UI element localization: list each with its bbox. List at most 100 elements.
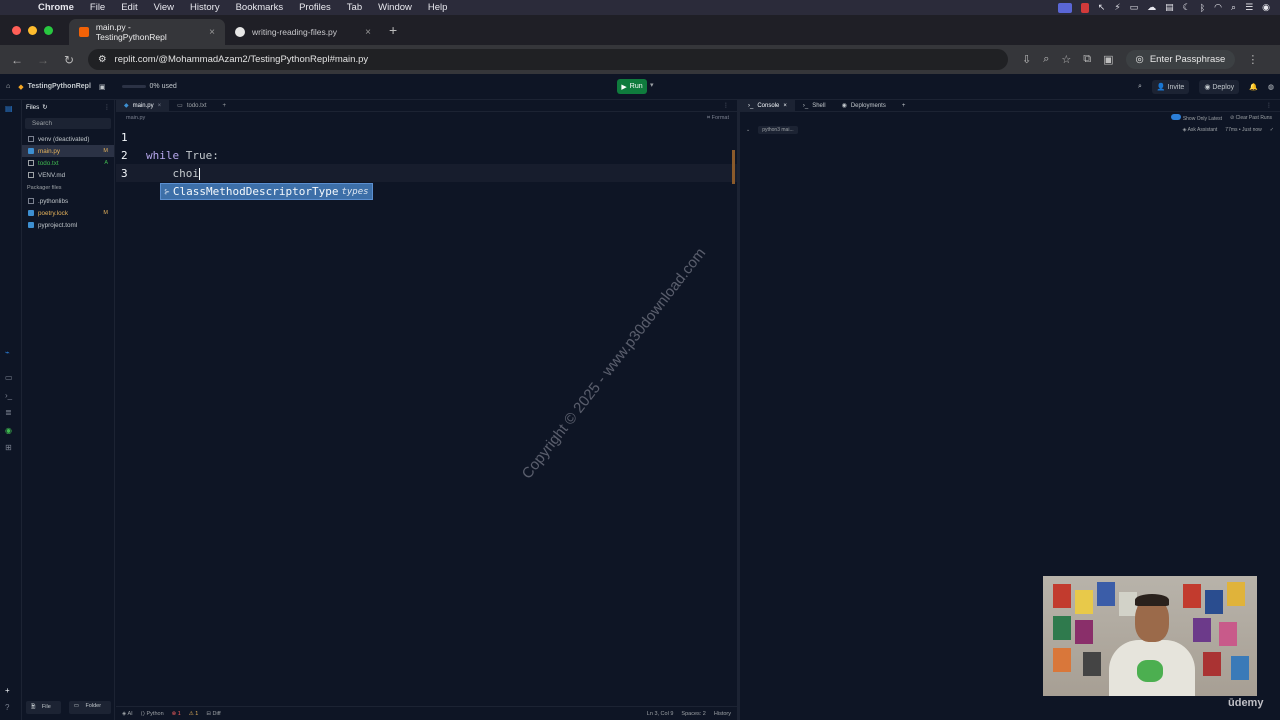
notifications-icon[interactable]: 🔔 xyxy=(1249,83,1258,91)
format-button[interactable]: ⌗ Format xyxy=(707,115,737,122)
tab-console[interactable]: ›_ Console × xyxy=(740,99,795,112)
minimize-window-button[interactable] xyxy=(28,26,37,35)
close-tab-icon[interactable]: × xyxy=(783,103,787,109)
add-tool-icon[interactable]: + xyxy=(5,686,10,695)
bookmark-star-icon[interactable]: ☆ xyxy=(1061,53,1071,66)
run-options-chevron-icon[interactable]: ▾ xyxy=(650,81,654,89)
reload-icon[interactable]: ↻ xyxy=(58,53,80,67)
close-tab-icon[interactable]: × xyxy=(158,103,162,109)
file-item-pythonlibs[interactable]: .pythonlibs xyxy=(22,195,114,207)
file-item-pyproject[interactable]: pyproject.toml xyxy=(22,219,114,231)
deploy-button[interactable]: ◉ Deploy xyxy=(1199,79,1240,94)
search-icon[interactable]: ⌕ xyxy=(1231,2,1236,13)
run-command[interactable]: python3 mai... xyxy=(758,126,798,134)
autocomplete-suggestion[interactable]: ⊱ ClassMethodDescriptorType types xyxy=(160,183,373,200)
wifi-icon[interactable]: ◠ xyxy=(1214,2,1222,13)
close-tab-icon[interactable]: × xyxy=(365,27,371,38)
menu-bookmarks[interactable]: Bookmarks xyxy=(228,2,292,13)
home-icon[interactable]: ⌂ xyxy=(6,83,10,90)
clear-past-runs-button[interactable]: ⊘ Clear Past Runs xyxy=(1230,115,1272,121)
file-item-venv-md[interactable]: VENV.md xyxy=(22,169,114,181)
install-app-icon[interactable]: ⇩ xyxy=(1022,53,1031,66)
tab-deployments[interactable]: ◉ Deployments xyxy=(834,100,894,112)
run-button[interactable]: ▶ Run xyxy=(617,79,647,94)
browser-tab-main[interactable]: main.py - TestingPythonRepl × xyxy=(69,19,225,45)
new-file-button[interactable]: 🗎 File xyxy=(25,701,61,714)
more-options-icon[interactable]: ⋮ xyxy=(104,104,110,111)
tab-todo-txt[interactable]: ▭ todo.txt xyxy=(169,100,214,112)
menu-help[interactable]: Help xyxy=(420,2,456,13)
diff-button[interactable]: ⊟ Diff xyxy=(206,711,220,717)
editor-more-icon[interactable]: ⋮ xyxy=(723,102,737,109)
menu-profiles[interactable]: Profiles xyxy=(291,2,339,13)
menu-chrome[interactable]: Chrome xyxy=(30,2,82,13)
warning-count[interactable]: ⚠ 1 xyxy=(189,711,199,717)
new-folder-button[interactable]: ▭ Folder xyxy=(68,701,112,714)
project-name[interactable]: ◆ TestingPythonRepl xyxy=(18,83,91,91)
help-icon[interactable]: ? xyxy=(5,703,9,712)
display-icon[interactable]: ▭ xyxy=(1130,2,1139,13)
show-only-latest-toggle[interactable]: Show Only Latest xyxy=(1171,114,1222,122)
moon-icon[interactable]: ☾ xyxy=(1183,2,1191,13)
packager-files-section[interactable]: Packager files xyxy=(22,181,114,195)
maximize-window-button[interactable] xyxy=(44,26,53,35)
ask-assistant-button[interactable]: ◈ Ask Assistant xyxy=(1183,127,1218,133)
menu-edit[interactable]: Edit xyxy=(113,2,145,13)
chrome-menu-icon[interactable]: ⋮ xyxy=(1247,53,1258,66)
menu-view[interactable]: View xyxy=(146,2,182,13)
keyboard-icon[interactable]: ▤ xyxy=(1165,2,1174,13)
side-panel-icon[interactable]: ▣ xyxy=(1103,53,1113,66)
tab-main-py[interactable]: ◆ main.py × xyxy=(116,99,170,112)
code-area[interactable]: 1 2 while True: 3 choi xyxy=(116,128,737,182)
file-search-input[interactable]: Search xyxy=(25,118,111,129)
history-button[interactable]: History xyxy=(714,711,731,717)
close-window-button[interactable] xyxy=(12,26,21,35)
enter-passphrase-button[interactable]: ◎ Enter Passphrase xyxy=(1125,50,1236,69)
file-item-main-py[interactable]: main.py M xyxy=(22,145,114,157)
new-tab-icon[interactable]: + xyxy=(381,22,405,45)
user-avatar[interactable]: ◍ xyxy=(1268,83,1274,91)
menu-history[interactable]: History xyxy=(182,2,228,13)
forward-icon[interactable]: → xyxy=(32,53,54,67)
menu-tab[interactable]: Tab xyxy=(339,2,370,13)
ai-status[interactable]: ◈ AI xyxy=(122,711,133,717)
cursor-position[interactable]: Ln 3, Col 9 xyxy=(647,711,674,717)
add-pane-tab-icon[interactable]: + xyxy=(894,100,914,112)
chevron-down-icon[interactable]: ⌄ xyxy=(746,127,750,133)
bolt-icon[interactable]: ⚡ xyxy=(1114,2,1120,13)
cloud-icon[interactable]: ☁ xyxy=(1147,2,1156,13)
breadcrumb-file[interactable]: main.py xyxy=(126,115,145,121)
bluetooth-icon[interactable]: ᛒ xyxy=(1200,3,1205,13)
siri-icon[interactable]: ◉ xyxy=(1262,2,1270,13)
site-info-icon[interactable]: ⚙ xyxy=(98,54,107,65)
menu-file[interactable]: File xyxy=(82,2,113,13)
indent-setting[interactable]: Spaces: 2 xyxy=(681,711,705,717)
error-count[interactable]: ⊗ 1 xyxy=(172,711,181,717)
file-item-todo-txt[interactable]: todo.txt A xyxy=(22,157,114,169)
search-icon[interactable]: ⌕ xyxy=(1138,83,1142,91)
screen-record-icon[interactable] xyxy=(1057,2,1072,13)
git-tool-icon[interactable]: ⌁ xyxy=(5,348,10,357)
file-item-venv[interactable]: venv (deactivated) xyxy=(22,133,114,145)
zoom-icon[interactable]: ⌕ xyxy=(1043,53,1049,66)
cursor-icon[interactable]: ↖ xyxy=(1098,2,1106,13)
file-item-poetry-lock[interactable]: poetry.lock M xyxy=(22,207,114,219)
all-tools-icon[interactable]: ⊞ xyxy=(5,443,12,452)
tab-shell[interactable]: ›_ Shell xyxy=(795,100,834,112)
back-icon[interactable]: ← xyxy=(6,53,28,67)
menu-window[interactable]: Window xyxy=(370,2,420,13)
shell-tool-icon[interactable]: ›_ xyxy=(5,391,12,400)
recorder-icon[interactable] xyxy=(1080,2,1089,13)
database-tool-icon[interactable]: ≣ xyxy=(5,408,12,417)
language-status[interactable]: ⟨⟩ Python xyxy=(141,711,164,717)
usage-meter[interactable]: 0% used xyxy=(121,83,177,90)
preview-tool-icon[interactable]: ▭ xyxy=(5,373,13,382)
editor-scrollbar[interactable] xyxy=(732,150,735,184)
address-bar[interactable]: ⚙ replit.com/@MohammadAzam2/TestingPytho… xyxy=(88,49,1008,70)
invite-button[interactable]: 👤 Invite xyxy=(1151,79,1190,94)
add-editor-tab-icon[interactable]: + xyxy=(215,100,235,112)
project-settings-icon[interactable]: ▣ xyxy=(99,83,106,91)
files-tool-icon[interactable]: ▤ xyxy=(5,104,13,113)
control-center-icon[interactable]: ☰ xyxy=(1245,2,1253,13)
console-more-icon[interactable]: ⋮ xyxy=(1266,102,1280,109)
